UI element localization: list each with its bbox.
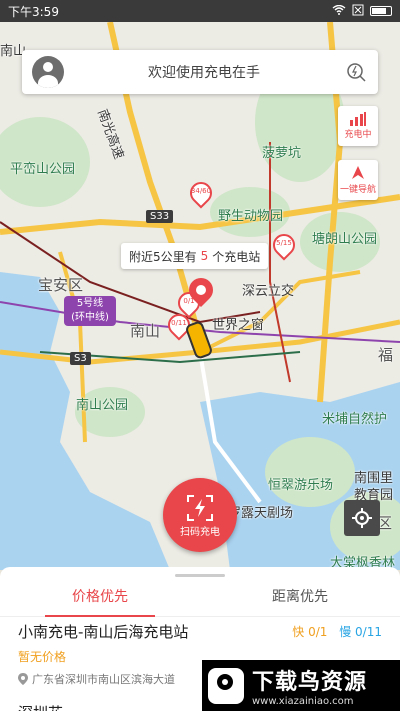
map-label: 塘朗山公园 — [312, 232, 378, 247]
map-label: 野生动物园 — [218, 209, 284, 224]
map-label: 宝安区 — [38, 276, 84, 294]
charging-bars-icon — [350, 112, 366, 126]
map-label: 菠萝坑 — [262, 146, 302, 161]
locate-button[interactable] — [344, 500, 380, 536]
tab-price-first[interactable]: 价格优先 — [0, 577, 200, 617]
navigation-button[interactable]: 一键导航 — [338, 160, 378, 200]
locate-icon — [352, 508, 372, 528]
next-station-name[interactable]: 深圳花... — [18, 702, 77, 711]
sim-icon — [352, 4, 364, 19]
avatar[interactable] — [32, 56, 64, 88]
nearby-tip: 附近5公里有 5 个充电站 — [121, 243, 269, 269]
station-address: 广东省深圳市南山区滨海大道 — [32, 673, 175, 686]
map-label: 世界之窗 — [212, 318, 265, 333]
map-label: 福 — [378, 346, 394, 364]
charging-status-label: 充电中 — [344, 130, 372, 140]
slow-charger-count: 慢 0/11 — [339, 625, 382, 639]
metro-badge: 5号线 (环中线) — [64, 296, 116, 326]
search-text: 欢迎使用充电在手 — [148, 65, 260, 81]
charging-status-button[interactable]: 充电中 — [338, 106, 378, 146]
scan-charge-label: 扫码充电 — [180, 526, 220, 538]
station-pin[interactable]: 5/15 — [268, 229, 300, 262]
status-bar: 下午3:59 — [0, 0, 400, 22]
map-label: 南山公园 — [76, 398, 129, 413]
road-badge: S3 — [70, 352, 91, 365]
search-bar[interactable]: 欢迎使用充电在手 — [22, 50, 378, 94]
road-badge: S33 — [146, 210, 174, 223]
map-label: 米埔自然护 — [322, 412, 388, 427]
watermark-logo-icon — [208, 667, 244, 704]
tab-distance-first[interactable]: 距离优先 — [200, 577, 400, 616]
scan-charge-button[interactable]: 扫码充电 — [163, 478, 237, 552]
map-label: 罗露天剧场 — [228, 506, 294, 521]
station-pin[interactable]: 34/60 — [185, 177, 217, 210]
nearby-suffix: 个充电站 — [212, 249, 261, 264]
battery-icon — [370, 6, 392, 16]
station-counts: 快 0/1 慢 0/11 — [292, 623, 382, 640]
sort-tabs: 价格优先 距离优先 — [0, 577, 400, 617]
status-time: 下午3:59 — [8, 4, 59, 19]
nearby-count: 5 — [200, 249, 209, 263]
navigation-label: 一键导航 — [339, 185, 376, 195]
map-label: 深云立交 — [242, 284, 295, 299]
fast-charger-count: 快 0/1 — [292, 625, 328, 639]
scan-icon[interactable] — [344, 60, 368, 84]
nearby-prefix: 附近5公里有 — [129, 249, 197, 264]
map-label: 平峦山公园 — [10, 162, 76, 177]
watermark-url: www.xiazainiao.com — [252, 696, 354, 707]
map-label: 南山 — [130, 322, 161, 340]
watermark-title: 下载鸟资源 — [252, 670, 368, 695]
scan-bolt-icon — [187, 494, 213, 521]
navigation-icon — [352, 166, 364, 179]
location-pin-icon — [18, 673, 28, 685]
wifi-icon — [332, 4, 346, 18]
watermark: 下载鸟资源 www.xiazainiao.com — [202, 660, 400, 711]
map-label: 恒翠游乐场 — [268, 478, 334, 493]
